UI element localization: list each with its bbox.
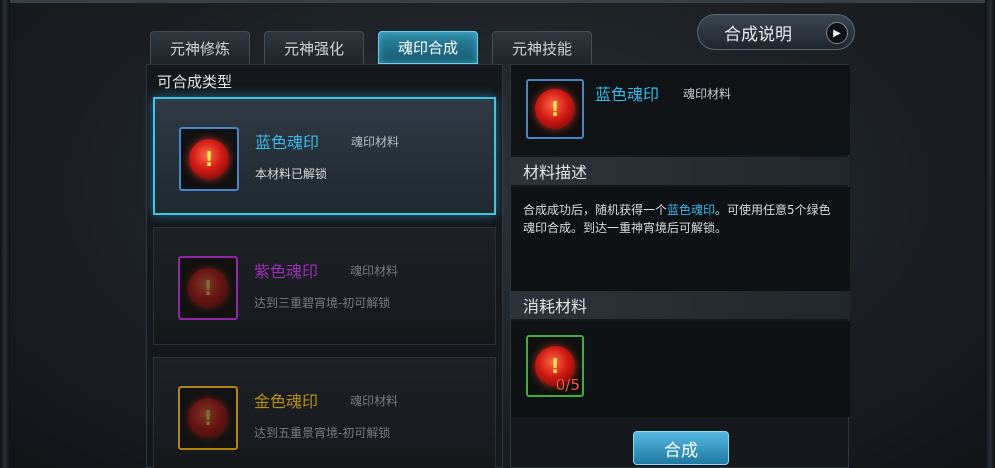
cost-count: 0/5 bbox=[555, 376, 580, 394]
seal-kind: 魂印材料 bbox=[350, 394, 399, 408]
combine-button[interactable]: 合成 bbox=[633, 431, 729, 465]
seal-card-blue[interactable]: ! 蓝色魂印 魂印材料 本材料已解锁 bbox=[153, 97, 496, 215]
description-highlight: 蓝色魂印 bbox=[667, 203, 716, 217]
play-arrow-icon: ▶ bbox=[826, 22, 848, 44]
frame-left-edge bbox=[0, 0, 10, 468]
seal-status: 达到三重碧宵境-初可解锁 bbox=[254, 296, 391, 310]
tab-soul-skills[interactable]: 元神技能 bbox=[492, 31, 592, 64]
frame-right-edge bbox=[985, 0, 995, 468]
gold-seal-icon: ! bbox=[188, 398, 228, 438]
blue-seal-icon: ! bbox=[189, 139, 229, 179]
seal-icon-frame: ! bbox=[178, 256, 238, 320]
panel-title: 可合成类型 bbox=[157, 73, 233, 91]
detail-kind: 魂印材料 bbox=[683, 87, 732, 101]
seal-kind: 魂印材料 bbox=[350, 264, 399, 278]
seal-card-gold[interactable]: ! 金色魂印 魂印材料 达到五重景宵境-初可解锁 bbox=[153, 357, 496, 468]
cost-item-slot[interactable]: ! 0/5 bbox=[526, 335, 584, 397]
seal-detail-panel: ! 蓝色魂印 魂印材料 材料描述 合成成功后，随机获得一个蓝色魂印。可使用任意5… bbox=[510, 64, 850, 468]
detail-icon-frame: ! bbox=[526, 79, 584, 139]
synthesis-type-panel: 可合成类型 ! 蓝色魂印 魂印材料 本材料已解锁 ! 紫色魂印 魂印材料 达到三… bbox=[146, 64, 503, 468]
section-cost-header: 消耗材料 bbox=[511, 291, 850, 319]
section-description-header: 材料描述 bbox=[511, 157, 850, 185]
seal-name: 蓝色魂印 bbox=[255, 133, 320, 152]
material-description: 合成成功后，随机获得一个蓝色魂印。可使用任意5个绿色魂印合成。到达一重神宵境后可… bbox=[511, 187, 850, 293]
help-button-label: 合成说明 bbox=[724, 24, 792, 45]
tab-soul-training[interactable]: 元神修炼 bbox=[150, 31, 250, 64]
seal-icon-frame: ! bbox=[178, 386, 238, 450]
detail-header: ! 蓝色魂印 魂印材料 bbox=[511, 65, 850, 155]
detail-name: 蓝色魂印 bbox=[595, 85, 660, 104]
seal-name: 紫色魂印 bbox=[254, 262, 319, 281]
description-text: 合成成功后，随机获得一个 bbox=[523, 203, 668, 217]
tab-seal-synthesis[interactable]: 魂印合成 bbox=[378, 31, 478, 64]
tab-soul-enhance[interactable]: 元神强化 bbox=[264, 31, 364, 64]
seal-kind: 魂印材料 bbox=[351, 135, 400, 149]
seal-icon-frame: ! bbox=[179, 127, 239, 191]
seal-status: 达到五重景宵境-初可解锁 bbox=[254, 426, 391, 440]
seal-name: 金色魂印 bbox=[254, 392, 319, 411]
blue-seal-icon: ! bbox=[535, 89, 575, 129]
seal-card-purple[interactable]: ! 紫色魂印 魂印材料 达到三重碧宵境-初可解锁 bbox=[153, 227, 496, 345]
synthesis-help-button[interactable]: 合成说明 ▶ bbox=[697, 14, 855, 50]
seal-status: 本材料已解锁 bbox=[255, 167, 328, 181]
purple-seal-icon: ! bbox=[188, 268, 228, 308]
cost-materials: ! 0/5 bbox=[511, 321, 850, 417]
tab-bar: 元神修炼 元神强化 魂印合成 元神技能 bbox=[150, 31, 592, 64]
